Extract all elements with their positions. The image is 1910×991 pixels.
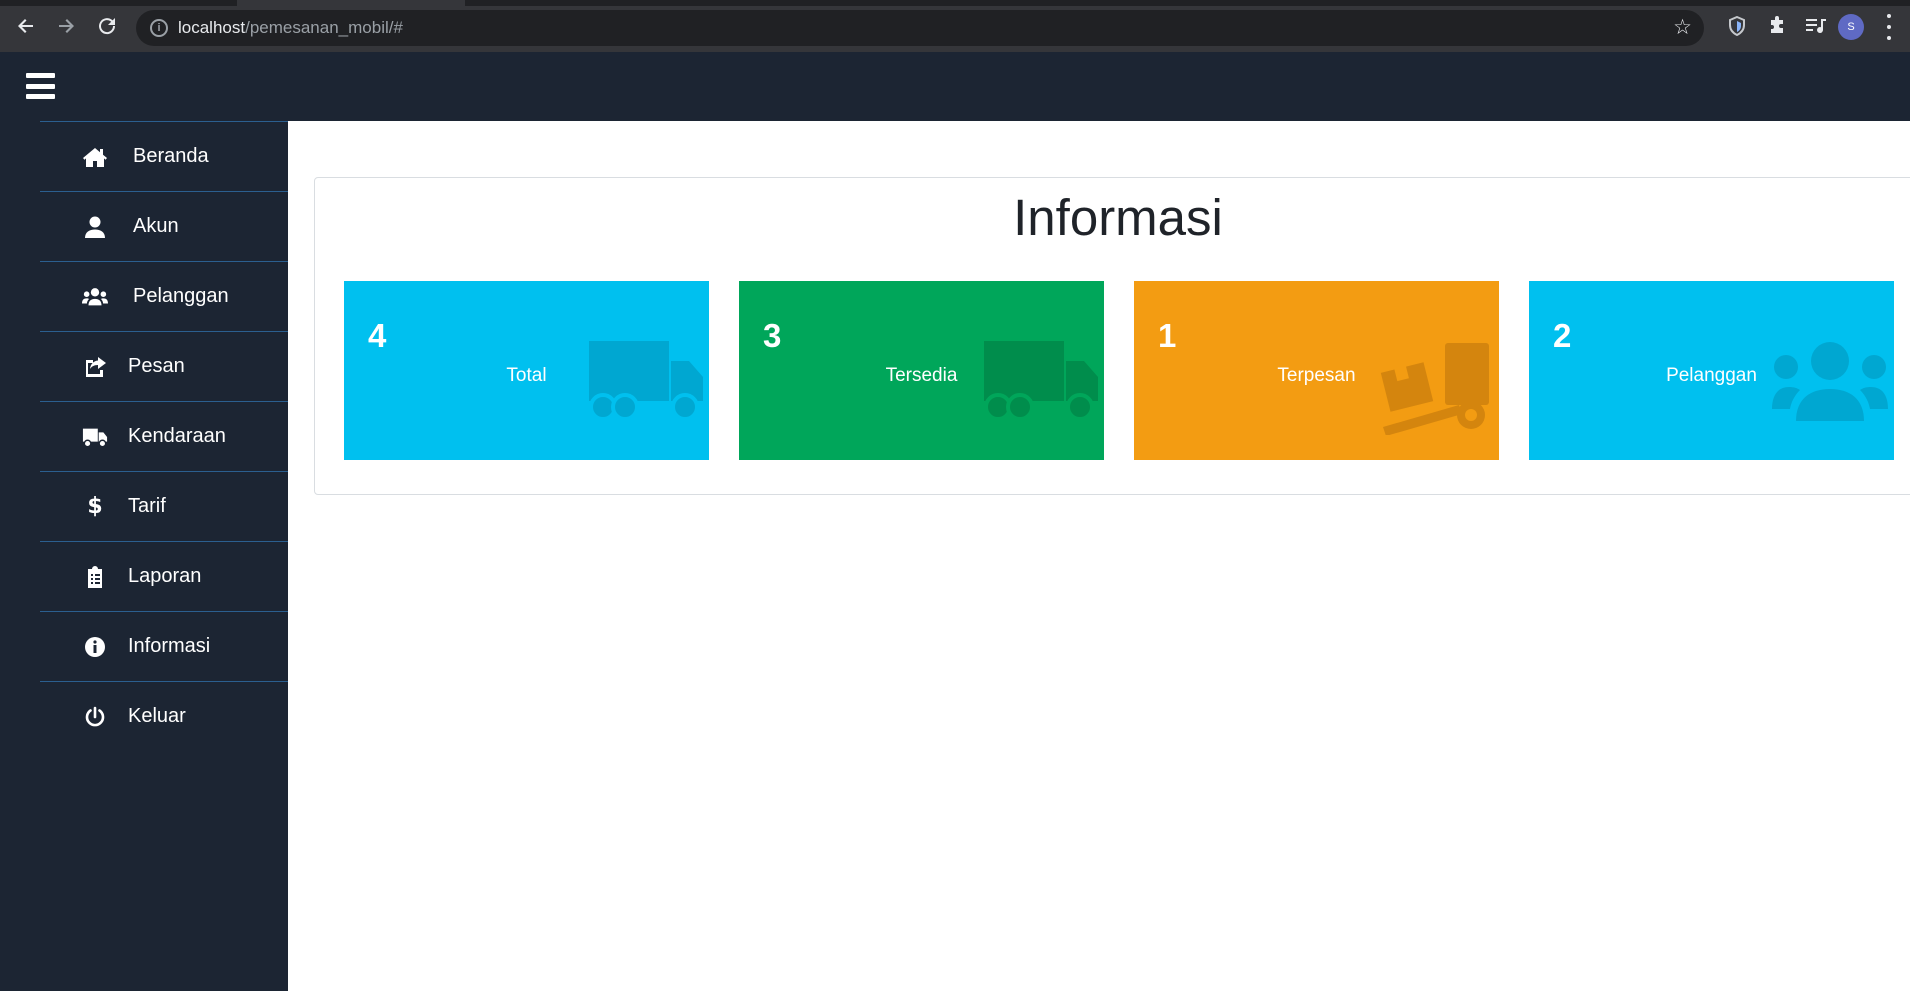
hamburger-menu-icon[interactable]	[26, 73, 55, 99]
sidebar-item-label: Kendaraan	[128, 425, 226, 447]
url-text[interactable]: localhost/pemesanan_mobil/#	[178, 18, 403, 38]
stat-card-tersedia[interactable]: 3 Tersedia	[739, 281, 1104, 460]
sidebar-item-label: Laporan	[128, 565, 202, 587]
sidebar-item-label: Akun	[133, 215, 179, 237]
sidebar-item-informasi[interactable]: Informasi	[40, 611, 288, 681]
browser-toolbar: i localhost/pemesanan_mobil/# ☆ S	[0, 0, 1910, 52]
sidebar-item-label: Beranda	[133, 145, 209, 167]
bookmark-star-icon[interactable]: ☆	[1673, 15, 1692, 40]
sidebar-item-tarif[interactable]: $ Tarif	[40, 471, 288, 541]
sidebar-item-label: Pelanggan	[133, 285, 229, 307]
share-icon	[82, 354, 108, 380]
profile-avatar[interactable]: S	[1838, 14, 1864, 40]
reload-button[interactable]	[93, 12, 121, 40]
power-icon	[82, 704, 108, 730]
back-button[interactable]	[12, 12, 40, 40]
extensions-puzzle-icon[interactable]	[1764, 13, 1790, 39]
info-icon	[82, 634, 108, 660]
stat-card-total[interactable]: 4 Total	[344, 281, 709, 460]
active-tab[interactable]	[237, 0, 465, 6]
address-bar[interactable]: i localhost/pemesanan_mobil/# ☆	[136, 10, 1704, 46]
main-content: Informasi 4 Total 3 Tersedia 1 Terpesan	[288, 121, 1910, 991]
dollar-icon: $	[87, 494, 103, 519]
user-icon	[82, 214, 108, 240]
sidebar-item-pelanggan[interactable]: Pelanggan	[40, 261, 288, 331]
sidebar-item-keluar[interactable]: Keluar	[40, 681, 288, 751]
dolly-icon	[1380, 343, 1489, 435]
sidebar-item-beranda[interactable]: Beranda	[40, 121, 288, 191]
stat-value: 2	[1553, 317, 1572, 354]
reload-icon	[99, 18, 116, 35]
stat-card-terpesan[interactable]: 1 Terpesan	[1134, 281, 1499, 460]
sidebar-item-label: Keluar	[128, 705, 186, 727]
stat-value: 4	[368, 317, 387, 354]
sidebar-item-pesan[interactable]: Pesan	[40, 331, 288, 401]
tab-strip	[0, 0, 1910, 6]
forward-button[interactable]	[52, 12, 80, 40]
home-icon	[82, 144, 108, 170]
sidebar-item-akun[interactable]: Akun	[40, 191, 288, 261]
truck-icon	[82, 424, 108, 450]
info-panel: Informasi 4 Total 3 Tersedia 1 Terpesan	[314, 177, 1910, 495]
sidebar: Beranda Akun Pelanggan Pesan Kendaraan $…	[0, 121, 288, 991]
stat-value: 3	[763, 317, 782, 354]
page-title: Informasi	[1013, 189, 1223, 246]
shield-extension-icon[interactable]	[1724, 13, 1750, 39]
media-queue-icon[interactable]	[1804, 13, 1830, 39]
url-host: localhost	[178, 18, 246, 37]
url-path: /pemesanan_mobil/#	[245, 18, 403, 37]
clipboard-icon	[82, 564, 108, 590]
stat-card-pelanggan[interactable]: 2 Pelanggan	[1529, 281, 1894, 460]
sidebar-item-label: Informasi	[128, 635, 211, 657]
arrow-left-icon	[18, 19, 33, 33]
users-icon	[1772, 342, 1888, 421]
stat-value: 1	[1158, 317, 1177, 354]
app-header	[0, 52, 1910, 121]
users-icon	[82, 284, 108, 310]
arrow-right-icon	[59, 19, 74, 33]
truck-icon	[589, 341, 703, 421]
sidebar-item-laporan[interactable]: Laporan	[40, 541, 288, 611]
truck-icon	[984, 341, 1098, 421]
sidebar-item-label: Tarif	[128, 495, 166, 517]
browser-menu-icon[interactable]	[1884, 14, 1894, 40]
sidebar-item-label: Pesan	[128, 355, 185, 377]
site-info-icon[interactable]: i	[150, 19, 168, 37]
sidebar-item-kendaraan[interactable]: Kendaraan	[40, 401, 288, 471]
